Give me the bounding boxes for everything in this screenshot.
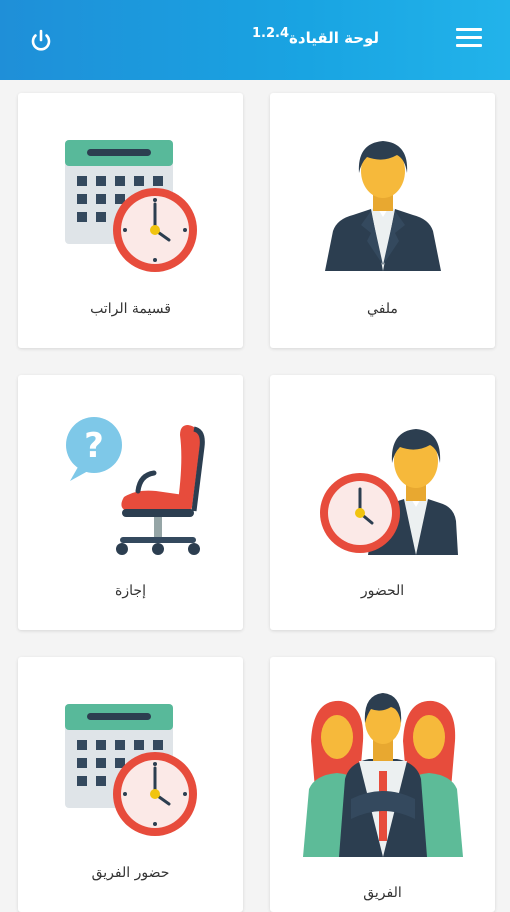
app-version: 1.2.4 [252,26,290,41]
power-button[interactable] [26,26,56,56]
calendar-clock-icon [18,138,243,278]
team-icon [270,679,495,859]
tile-team[interactable]: الفريق [270,657,495,912]
hamburger-menu-icon [456,28,484,47]
menu-button[interactable] [456,28,484,52]
man-clock-icon [270,417,495,557]
tile-label: إجازة [115,583,146,599]
empty-chair-question-icon: ? [18,415,243,560]
tile-attendance[interactable]: الحضور [270,375,495,630]
tile-label: ملفي [367,301,398,317]
dashboard-title: لوحة القيادة [289,29,380,47]
svg-text:?: ? [84,426,104,466]
power-icon [31,29,51,51]
tile-team-attendance[interactable]: حضور الفريق [18,657,243,912]
tile-leave[interactable]: ? إجازة [18,375,243,630]
tile-label: الفريق [363,885,402,901]
tile-label: قسيمة الراتب [90,301,171,317]
calendar-clock-icon [18,702,243,842]
tile-payslip[interactable]: قسيمة الراتب [18,93,243,348]
page-title: 1.2.4لوحة القيادة [250,26,450,58]
tile-profile[interactable]: ملفي [270,93,495,348]
tile-label: الحضور [360,583,405,599]
app-header: 1.2.4لوحة القيادة [0,0,510,80]
businessman-icon [270,133,495,273]
tile-label: حضور الفريق [91,865,170,881]
